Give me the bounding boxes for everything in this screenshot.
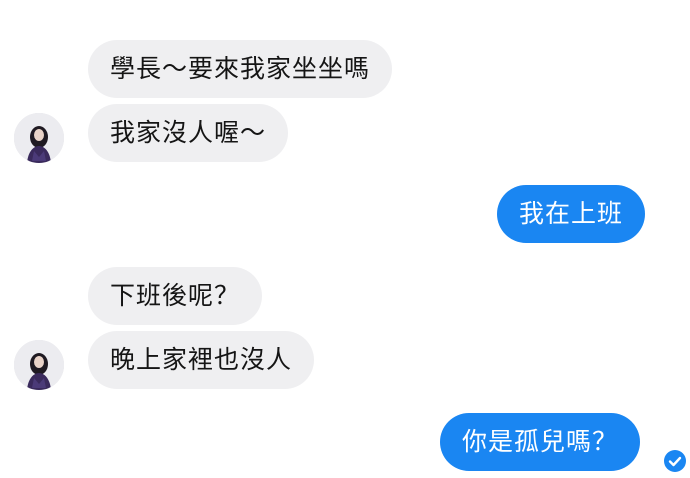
avatar-photo-icon xyxy=(14,113,64,163)
message-bubble-incoming[interactable]: 晚上家裡也沒人 xyxy=(88,331,315,389)
avatar-photo-icon xyxy=(14,340,64,390)
chat-thread: 學長～要來我家坐坐嗎 我家沒人喔～ 我在上班 下班後呢？ 晚上家裡也沒人 你是孤… xyxy=(0,0,690,478)
message-bubble-incoming[interactable]: 下班後呢？ xyxy=(88,267,263,325)
message-bubble-outgoing[interactable]: 我在上班 xyxy=(497,185,646,243)
message-bubble-outgoing[interactable]: 你是孤兒嗎？ xyxy=(440,413,641,471)
check-circle-icon xyxy=(664,450,686,472)
message-bubble-incoming[interactable]: 我家沒人喔～ xyxy=(88,104,289,162)
message-bubble-incoming[interactable]: 學長～要來我家坐坐嗎 xyxy=(88,40,393,98)
contact-avatar[interactable] xyxy=(14,340,64,390)
contact-avatar[interactable] xyxy=(14,113,64,163)
